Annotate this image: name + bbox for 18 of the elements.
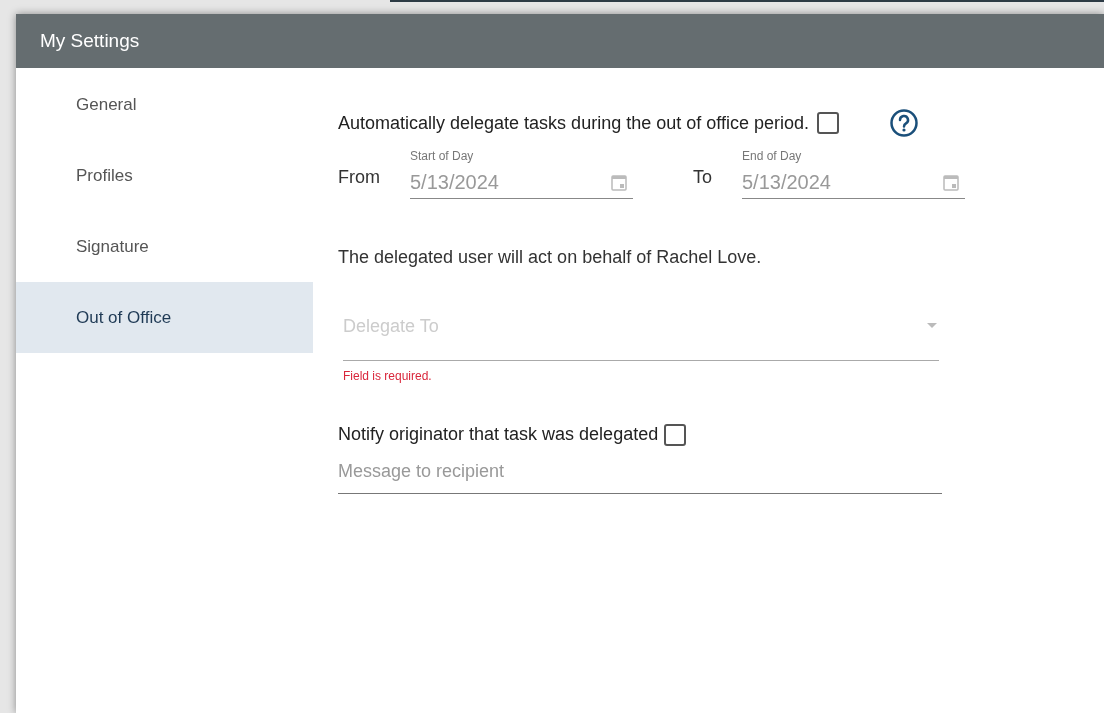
window-title: My Settings <box>40 28 140 53</box>
sidebar-item[interactable]: General <box>16 69 313 140</box>
sidebar-item[interactable]: Profiles <box>16 140 313 211</box>
checkbox-label: Notify originator that task was delegated <box>338 423 659 446</box>
checkbox[interactable] <box>816 112 839 134</box>
sidebar-item[interactable]: Signature <box>16 211 313 282</box>
message-field[interactable]: Message to recipient <box>338 458 942 494</box>
error-text: Field is required. <box>343 368 433 385</box>
checkbox[interactable] <box>664 423 687 446</box>
field-label: End of Day <box>742 150 803 162</box>
help-icon[interactable] <box>888 108 919 138</box>
field-label: Start of Day <box>410 150 475 162</box>
info-text: The delegated user will act on behalf of Rachel Love. <box>338 246 763 269</box>
to-label: To <box>693 166 713 189</box>
sidebar-item[interactable]: Out of Office <box>16 282 313 353</box>
caret-icon <box>927 323 937 328</box>
from-label: From <box>338 166 381 189</box>
checkbox-label: Automatically delegate tasks during the out of office period. <box>338 111 809 135</box>
